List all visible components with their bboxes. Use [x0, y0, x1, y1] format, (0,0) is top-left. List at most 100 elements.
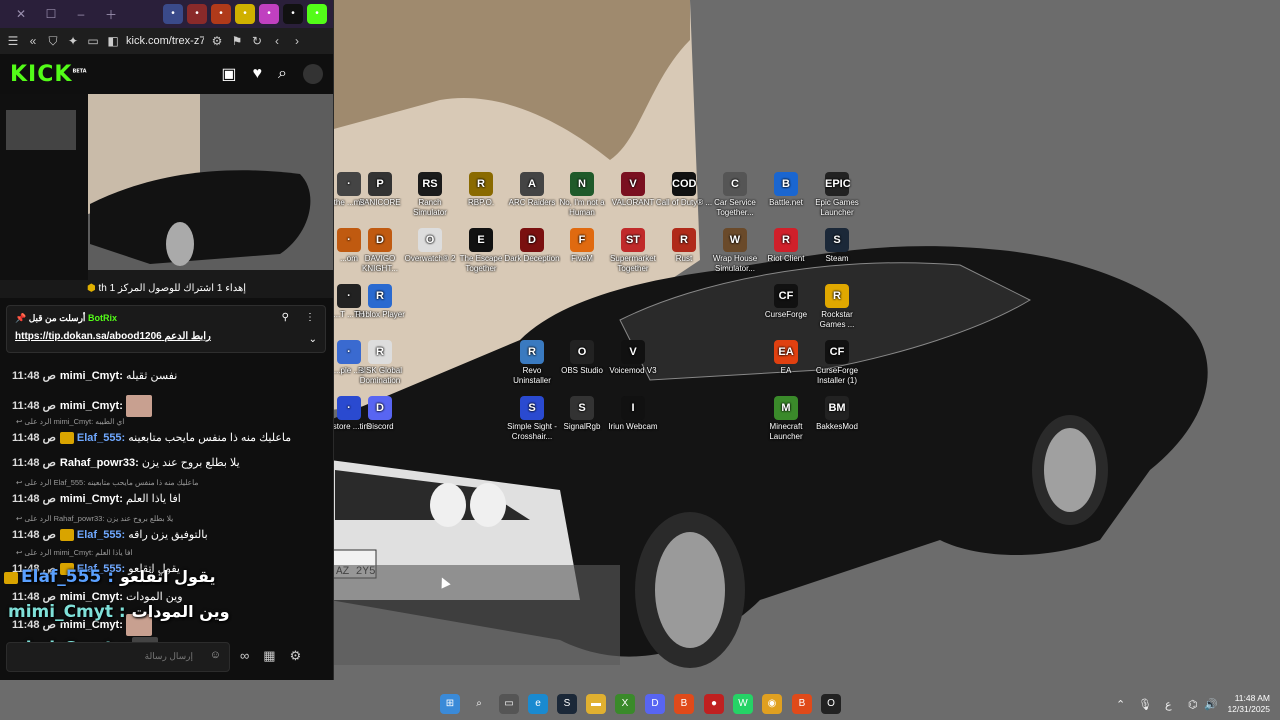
desktop-icon-cod[interactable]: COD Call of Duty® ... [655, 172, 713, 208]
desktop-icon-obs[interactable]: O OBS Studio [553, 340, 611, 376]
desktop-icon-wraphouse[interactable]: W Wrap House Simulator... [706, 228, 764, 274]
chevron-down-icon[interactable]: ⌄ [309, 334, 317, 345]
chat-username[interactable]: Elaf_555: [77, 529, 128, 541]
taskbar-discord-icon[interactable]: D [645, 694, 665, 714]
chat-message[interactable]: 11:48 ص mimi_Cmyt: [12, 395, 152, 417]
desktop-icon-curseforge[interactable]: CF CurseForge [757, 284, 815, 320]
desktop-icon-bakkes[interactable]: BM BakkesMod [808, 396, 866, 432]
desktop-icon-overwatch[interactable]: O Overwatch® 2 [401, 228, 459, 264]
desktop-icon-carservice[interactable]: C Car Service Together... [706, 172, 764, 218]
taskbar-xbox-icon[interactable]: X [615, 694, 635, 714]
points-icon[interactable]: ∞ [240, 648, 249, 664]
chat-username[interactable]: mimi_Cmyt: [60, 493, 126, 505]
desktop-icon-iriun[interactable]: I Iriun Webcam [604, 396, 662, 432]
chat-username[interactable]: Rahaf_powr33: [60, 457, 142, 469]
language-indicator[interactable]: ع [1165, 698, 1172, 711]
pinned-tab-2-icon[interactable]: • [211, 4, 231, 24]
chat-image[interactable] [125, 395, 152, 417]
menu-icon[interactable]: ☰ [6, 34, 20, 48]
chat-message[interactable]: 11:48 ص mimi_Cmyt: نفسن ثقيله [12, 369, 177, 382]
more-icon[interactable]: ⋮ [305, 312, 315, 323]
bookmark-icon[interactable]: ⚑ [230, 34, 244, 48]
volume-icon[interactable]: 🔊 [1204, 698, 1218, 711]
chat-reply-context[interactable]: ↩ الرد على Elaf_555: ماعليك منه ذا منفس … [16, 478, 198, 487]
chat-message[interactable]: 11:48 ص Elaf_555: بالتوفيق يزن راقه [12, 528, 208, 542]
emoji-icon[interactable]: ☺ [210, 649, 221, 661]
taskbar-windows-start-icon[interactable]: ⊞ [440, 694, 460, 714]
chat-reply-context[interactable]: ↩ الرد على mimi_Cmyt: اي الطيبه [16, 417, 124, 426]
taskbar-whatsapp-icon[interactable]: W [733, 694, 753, 714]
taskbar-chrome-icon[interactable]: ◉ [762, 694, 782, 714]
taskbar-folder-icon[interactable]: ▬ [586, 694, 606, 714]
chevron-up-icon[interactable]: ⌃ [1116, 698, 1125, 711]
chat-username[interactable]: mimi_Cmyt: [60, 370, 126, 382]
pinned-tab-5-icon[interactable]: • [283, 4, 303, 24]
pinned-tab-0-icon[interactable]: • [163, 4, 183, 24]
taskbar-rec-icon[interactable]: ● [704, 694, 724, 714]
taskbar-obs-icon[interactable]: O [821, 694, 841, 714]
settings-icon[interactable]: ⚙ [290, 648, 302, 664]
desktop-icon-riot[interactable]: R Riot Client [757, 228, 815, 264]
network-icon[interactable]: ⌬ [1188, 698, 1198, 711]
system-clock[interactable]: 11:48 AM 12/31/2025 [1222, 693, 1270, 715]
taskbar-steam-icon[interactable]: S [557, 694, 577, 714]
forward-icon[interactable]: › [290, 34, 304, 48]
taskbar-brave2-icon[interactable]: B [792, 694, 812, 714]
microphone-icon[interactable]: 🎙 [1138, 698, 1152, 711]
url-field[interactable]: kick.com/trex-z7 [126, 35, 204, 47]
desktop-icon-ranch[interactable]: RS Ranch Simulator [401, 172, 459, 218]
heart-icon[interactable]: ♥ [253, 65, 263, 83]
desktop-icon-cfinstaller[interactable]: CF CurseForge Installer (1) [808, 340, 866, 386]
pinned-link[interactable]: https://tip.dokan.sa/abood1206 رابط الدع… [15, 331, 211, 342]
split-view-icon[interactable]: ◧ [106, 34, 120, 48]
desktop-icon-minecraft[interactable]: M Minecraft Launcher [757, 396, 815, 442]
pinned-tab-6-icon[interactable]: • [307, 4, 327, 24]
pin-icon[interactable]: ⚲ [282, 312, 289, 323]
following-icon[interactable]: ▣ [221, 64, 236, 84]
desktop-icon-rbpo[interactable]: R RBP.O. [452, 172, 510, 208]
desktop-icon-voicemod[interactable]: V Voicemod V3 [604, 340, 662, 376]
pinned-link-url[interactable]: https://tip.dokan.sa/abood1206 [15, 331, 162, 342]
desktop-icon-escape[interactable]: E The Escape Together [452, 228, 510, 274]
taskbar-brave-icon[interactable]: B [674, 694, 694, 714]
extensions-icon[interactable]: ✦ [66, 34, 80, 48]
desktop-icon-steam[interactable]: S Steam [808, 228, 866, 264]
chat-message[interactable]: 11:48 ص Elaf_555: ماعليك منه ذا منفس مايح… [12, 431, 291, 445]
chat-reply-context[interactable]: ↩ الرد على Rahaf_powr33: يلا بطلع بروح ع… [16, 514, 173, 523]
taskbar-search-icon[interactable]: ⌕ [469, 694, 489, 714]
pinned-tab-4-icon[interactable]: • [259, 4, 279, 24]
desktop-icon-nomanshuman[interactable]: N No, I'm not a Human [553, 172, 611, 218]
desktop-icon-fivem[interactable]: F FiveM [553, 228, 611, 264]
chat-username[interactable]: mimi_Cmyt: [60, 400, 126, 412]
taskbar-edge-icon[interactable]: e [528, 694, 548, 714]
search-icon[interactable]: ⌕ [278, 65, 287, 83]
chat-input[interactable]: إرسال رسالة ☺ [6, 642, 230, 672]
minimize-icon[interactable]: – [66, 7, 96, 21]
gift-icon[interactable]: ▦ [263, 648, 275, 664]
chat-username[interactable]: Elaf_555: [77, 432, 128, 444]
desktop-icon-rust[interactable]: R Rust [655, 228, 713, 264]
desktop-icon-epic[interactable]: EPIC Epic Games Launcher [808, 172, 866, 218]
desktop-icon-battlenet[interactable]: B Battle.net [757, 172, 815, 208]
site-settings-icon[interactable]: ⚙ [210, 34, 224, 48]
close-icon[interactable]: ✕ [6, 7, 36, 21]
taskbar-file-explorer-task-icon[interactable]: ▭ [499, 694, 519, 714]
pinned-tab-1-icon[interactable]: • [187, 4, 207, 24]
video-player[interactable] [0, 94, 333, 280]
avatar[interactable] [303, 64, 323, 84]
pinned-bot-name[interactable]: BotRix [88, 313, 117, 323]
wallet-icon[interactable]: ▭ [86, 34, 100, 48]
desktop-icon-supermarket[interactable]: ST Supermarket Together [604, 228, 662, 274]
desktop-icon-signalrgb[interactable]: S SignalRgb [553, 396, 611, 432]
chat-message[interactable]: 11:48 ص mimi_Cmyt: افا ياذا العلم [12, 492, 181, 505]
maximize-icon[interactable]: ☐ [36, 7, 66, 21]
kick-logo[interactable]: KICKBETA [10, 62, 87, 87]
chat-message[interactable]: 11:48 ص Rahaf_powr33: يلا بطلع بروح عند ي… [12, 456, 240, 469]
desktop-icon-ea[interactable]: EA EA [757, 340, 815, 376]
back-icon[interactable]: ‹ [270, 34, 284, 48]
shield-icon[interactable]: ⛉ [46, 34, 60, 49]
reload-icon[interactable]: ↻ [250, 34, 264, 48]
desktop-icon-rockstar[interactable]: R Rockstar Games ... [808, 284, 866, 330]
desktop-icon-valorant[interactable]: V VALORANT [604, 172, 662, 208]
chat-reply-context[interactable]: ↩ الرد على mimi_Cmyt: افا ياذا العلم [16, 548, 133, 557]
